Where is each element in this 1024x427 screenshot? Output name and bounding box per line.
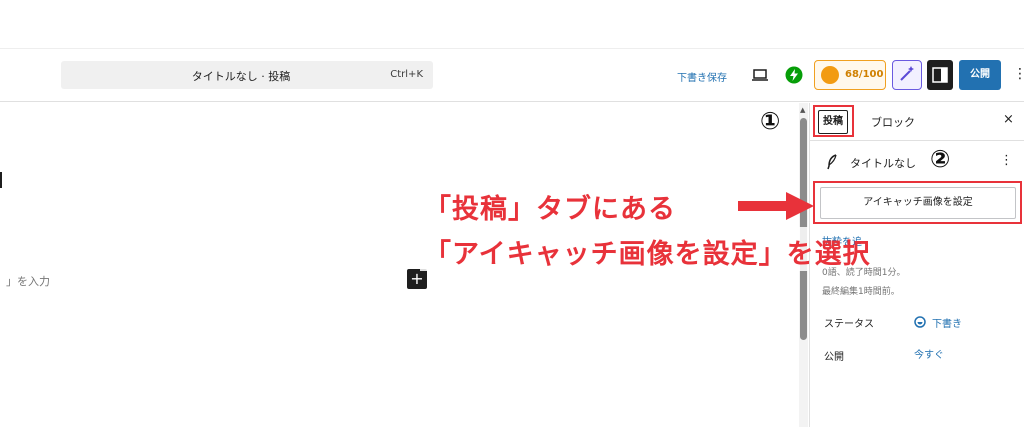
annotation-arrow-icon <box>738 192 814 220</box>
preview-laptop-icon[interactable] <box>752 68 768 82</box>
feather-pen-icon <box>827 154 837 170</box>
seo-score-value: 68/100 <box>845 69 884 80</box>
scroll-up-icon[interactable]: ▲ <box>800 106 805 114</box>
paragraph-placeholder[interactable]: 」を入力 <box>6 273 50 289</box>
annotation-step-1: ① <box>760 107 781 135</box>
command-palette-shortcut: Ctrl+K <box>390 69 423 80</box>
status-value[interactable]: 下書き <box>932 315 962 330</box>
text-caret <box>0 172 2 188</box>
annotation-step-2: ② <box>930 145 951 173</box>
publish-label: 公開 <box>824 352 844 363</box>
command-palette-title: タイトルなし · 投稿 <box>191 70 291 83</box>
publish-button[interactable]: 公開 <box>959 60 1001 90</box>
add-block-button[interactable]: + <box>407 269 427 289</box>
save-draft-button[interactable]: 下書き保存 <box>677 69 727 84</box>
annotation-highlight-post-tab <box>813 105 854 137</box>
last-edited-text: 最終編集1時間前。 <box>822 287 900 297</box>
annotation-line-1: 「投稿」タブにある <box>424 194 676 225</box>
post-title-text: タイトルなし <box>850 157 916 170</box>
post-actions-kebab-icon[interactable]: ⋮ <box>1000 153 1013 168</box>
jetpack-bolt-icon[interactable] <box>785 66 803 84</box>
options-kebab-icon[interactable]: ⋮ <box>1013 67 1024 81</box>
annotation-line-2: 「アイキャッチ画像を設定」を選択 <box>424 239 871 270</box>
ai-assistant-button[interactable] <box>892 60 922 90</box>
editor-header: タイトルなし · 投稿 Ctrl+K 下書き保存 68/100 公開 ⋮ <box>0 48 1024 102</box>
status-label: ステータス <box>824 319 874 330</box>
seo-score-button[interactable]: 68/100 <box>814 60 886 90</box>
sidebar-panel-icon <box>932 67 948 83</box>
settings-sidebar-toggle[interactable] <box>927 60 953 90</box>
post-summary-header: タイトルなし ⋮ <box>810 151 1024 173</box>
draft-status-icon <box>914 316 926 328</box>
publish-date-value[interactable]: 今すぐ <box>914 346 944 361</box>
close-icon[interactable]: × <box>1003 112 1014 127</box>
command-palette-button[interactable]: タイトルなし · 投稿 Ctrl+K <box>61 61 433 89</box>
tab-block[interactable]: ブロック <box>871 114 915 130</box>
annotation-highlight-featured-button <box>813 181 1022 224</box>
seo-score-icon <box>821 66 839 84</box>
magic-wand-icon <box>900 66 914 81</box>
